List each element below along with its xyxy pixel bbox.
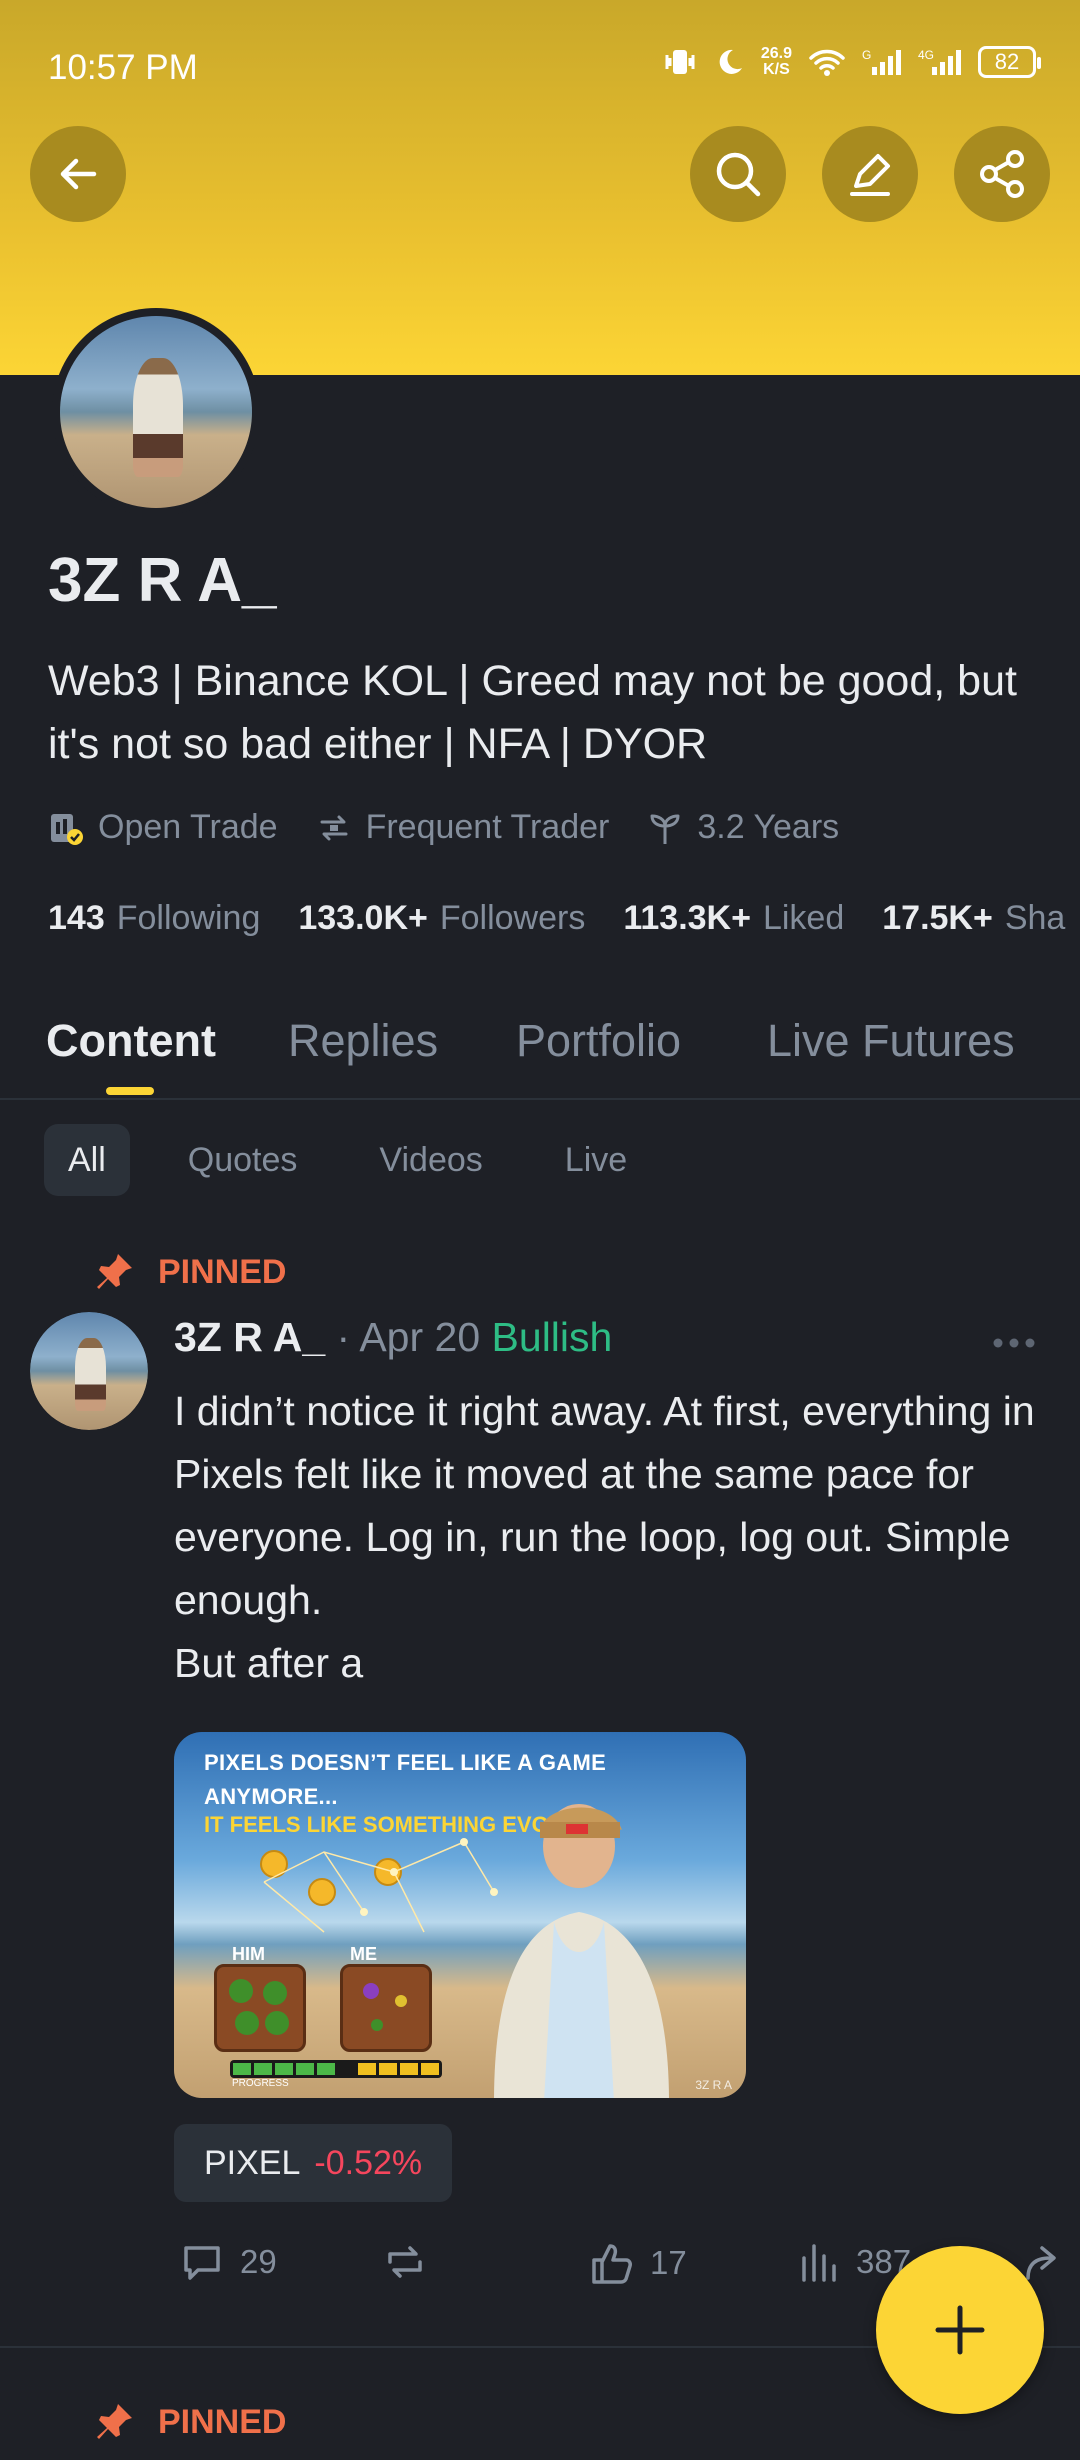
- create-post-button[interactable]: [876, 2246, 1044, 2414]
- sprout-icon: [650, 814, 680, 844]
- stat-liked[interactable]: 113.3K+ Liked: [623, 899, 844, 938]
- comment-button[interactable]: 29: [180, 2240, 277, 2284]
- profile-bio: Web3 | Binance KOL | Greed may not be go…: [48, 657, 1017, 768]
- svg-text:4G: 4G: [918, 48, 934, 62]
- image-watermark: 3Z R A: [695, 2078, 732, 2092]
- ticker-tag[interactable]: PIXEL -0.52%: [174, 2124, 453, 2202]
- repost-button[interactable]: [382, 2240, 428, 2284]
- filter-chips: All Quotes Videos Live: [44, 1124, 671, 1196]
- post-sentiment: Bullish: [491, 1314, 613, 1360]
- post-header: 3Z R A_ · Apr 20 Bullish: [174, 1314, 612, 1361]
- comment-icon: [184, 2246, 220, 2280]
- arrow-left-icon: [60, 158, 97, 190]
- like-button[interactable]: 17: [588, 2240, 687, 2286]
- vibrate-icon: [665, 50, 695, 74]
- profile-name: 3Z R A_: [48, 546, 277, 615]
- pencil-icon: [850, 154, 890, 196]
- filter-all[interactable]: All: [44, 1124, 130, 1196]
- network-graphic: [263, 1838, 498, 1933]
- search-button[interactable]: [690, 126, 786, 222]
- image-label-him: HIM: [232, 1944, 265, 1964]
- filter-live[interactable]: Live: [541, 1124, 651, 1196]
- share-button[interactable]: [954, 126, 1050, 222]
- share-icon: [980, 150, 1024, 198]
- post-author-avatar[interactable]: [30, 1312, 148, 1430]
- image-progress-label: PROGRESS: [232, 2078, 289, 2089]
- open-trade-icon: [51, 813, 83, 845]
- plus-icon: [935, 2305, 985, 2355]
- status-icons: 26.9 K/S G 4G 82: [663, 45, 1041, 78]
- tab-live-futures[interactable]: Live Futures: [767, 1015, 1015, 1067]
- pin-icon: [97, 2404, 132, 2439]
- signal-icon-sim1: G: [862, 48, 901, 75]
- pinned-label: PINNED: [92, 1250, 286, 1294]
- badge-account-age[interactable]: 3.2 Years: [647, 808, 839, 847]
- active-tab-indicator: [106, 1087, 154, 1095]
- status-time: 10:57 PM: [48, 48, 198, 87]
- filter-videos[interactable]: Videos: [355, 1124, 506, 1196]
- more-options-icon[interactable]: [992, 1336, 1036, 1350]
- post-author[interactable]: 3Z R A_: [174, 1314, 325, 1360]
- image-label-me: ME: [350, 1944, 377, 1964]
- badge-open-trade[interactable]: Open Trade: [48, 808, 278, 847]
- pin-icon: [97, 1254, 132, 1289]
- status-bar: 10:57 PM 26.9 K/S G 4G 82: [0, 0, 1080, 130]
- bar-chart-icon: [802, 2244, 836, 2282]
- stat-shared[interactable]: 17.5K+ Sha: [882, 899, 1065, 938]
- filter-quotes[interactable]: Quotes: [164, 1124, 322, 1196]
- frequent-trader-icon: [320, 815, 348, 840]
- person-graphic: [494, 1804, 669, 2098]
- content-tabs: Content Replies Portfolio Live Futures: [0, 1005, 1080, 1100]
- search-icon: [716, 152, 761, 197]
- tab-replies[interactable]: Replies: [288, 1015, 438, 1067]
- signal-icon-sim2: 4G: [918, 48, 961, 75]
- svg-text:G: G: [862, 48, 871, 62]
- post-text[interactable]: I didn’t notice it right away. At first,…: [174, 1380, 1044, 1695]
- wifi-icon: [809, 49, 845, 76]
- avatar-photo: [60, 316, 252, 508]
- repost-icon: [388, 2246, 422, 2278]
- profile-badges: Open Trade Frequent Trader 3.2 Years: [48, 808, 839, 847]
- moon-icon: [719, 49, 742, 74]
- back-button[interactable]: [30, 126, 126, 222]
- tab-content[interactable]: Content: [46, 1015, 216, 1067]
- profile-stats: 143 Following 133.0K+ Followers 113.3K+ Lik…: [48, 899, 1065, 938]
- ticker-symbol: PIXEL: [204, 2143, 301, 2182]
- battery-indicator: 82: [978, 46, 1041, 78]
- stat-followers[interactable]: 133.0K+ Followers: [298, 899, 585, 938]
- stat-following[interactable]: 143 Following: [48, 899, 260, 938]
- badge-frequent-trader[interactable]: Frequent Trader: [316, 808, 609, 847]
- post-image[interactable]: PIXELS DOESN’T FEEL LIKE A GAME ANYMORE..…: [174, 1732, 746, 2098]
- thumbs-up-icon: [592, 2244, 632, 2284]
- post-date: · Apr 20: [336, 1314, 481, 1360]
- profile-avatar[interactable]: [52, 308, 260, 516]
- network-speed: 26.9 K/S: [760, 45, 792, 78]
- edit-profile-button[interactable]: [822, 126, 918, 222]
- tab-portfolio[interactable]: Portfolio: [516, 1015, 681, 1067]
- ticker-change: -0.52%: [314, 2143, 423, 2182]
- farm-plot-me: [340, 1964, 432, 2052]
- pinned-label-next: PINNED: [92, 2400, 286, 2444]
- farm-plot-him: [214, 1964, 306, 2052]
- progress-bar-graphic: [230, 2060, 442, 2078]
